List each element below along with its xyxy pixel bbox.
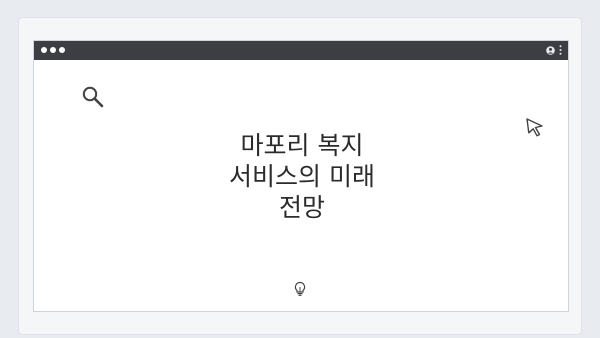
browser-window: 마포리 복지 서비스의 미래 전망 <box>33 40 569 312</box>
page-title-line: 전망 <box>278 193 325 222</box>
page-title-line: 마포리 복지 <box>240 131 364 160</box>
search-icon[interactable] <box>81 85 105 113</box>
lightbulb-icon <box>293 281 307 301</box>
more-vertical-icon[interactable] <box>559 45 562 55</box>
window-controls <box>41 47 65 53</box>
page-title-line: 서비스의 미래 <box>229 162 375 191</box>
window-control-dot[interactable] <box>41 47 47 53</box>
window-control-dot[interactable] <box>59 47 65 53</box>
user-icon[interactable] <box>546 45 555 55</box>
page-title: 마포리 복지 서비스의 미래 전망 <box>184 130 420 223</box>
cursor-icon <box>525 117 545 141</box>
window-control-dot[interactable] <box>50 47 56 53</box>
page-content: 마포리 복지 서비스의 미래 전망 <box>34 60 568 312</box>
window-titlebar <box>34 41 568 60</box>
titlebar-actions <box>546 45 562 55</box>
